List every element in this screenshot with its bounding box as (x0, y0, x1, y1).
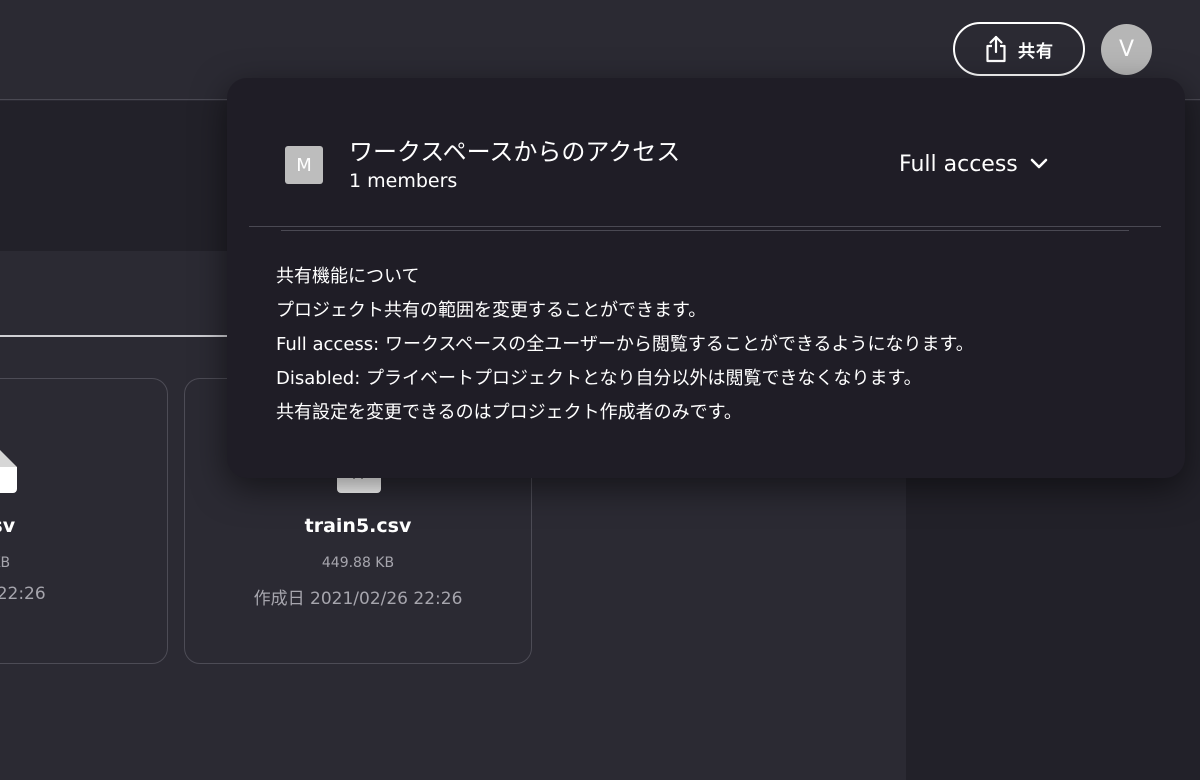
file-name: train5.csv (304, 515, 412, 537)
file-size: 8 KB (0, 555, 11, 571)
app-window: 共有 V .csv 8 KB 02/26 22:26 train5.csv 44… (0, 0, 1200, 780)
access-level-dropdown[interactable]: Full access (899, 146, 1048, 182)
help-heading: 共有機能について (276, 266, 420, 287)
file-created-date: 作成日 2021/02/26 22:26 (253, 589, 463, 609)
file-created-date: 02/26 22:26 (0, 584, 46, 604)
workspace-members-count: 1 members (349, 170, 458, 192)
divider (249, 226, 1161, 227)
share-settings-popover: M ワークスペースからのアクセス 1 members Full access 共… (227, 78, 1185, 478)
file-icon (0, 439, 17, 493)
file-name: .csv (0, 515, 16, 537)
access-level-value: Full access (899, 151, 1018, 177)
help-line-disabled: Disabled: プライベートプロジェクトとなり自分以外は閲覧できなくなります… (276, 368, 922, 389)
chevron-down-icon (1030, 155, 1048, 174)
help-line: プロジェクト共有の範囲を変更することができます。 (276, 300, 707, 321)
help-line: 共有設定を変更できるのはプロジェクト作成者のみです。 (276, 402, 742, 423)
user-avatar[interactable]: V (1101, 24, 1152, 75)
file-size: 449.88 KB (321, 555, 395, 571)
workspace-icon: M (285, 146, 323, 184)
share-label: 共有 (1018, 41, 1054, 62)
active-tab-indicator (0, 335, 232, 337)
file-card[interactable]: .csv 8 KB 02/26 22:26 (0, 378, 168, 664)
share-button[interactable]: 共有 (953, 22, 1085, 76)
sharing-help-text: 共有機能について プロジェクト共有の範囲を変更することができます。 Full a… (276, 260, 1166, 430)
workspace-access-title: ワークスペースからのアクセス (349, 138, 681, 166)
divider (281, 230, 1129, 231)
help-line-full-access: Full access: ワークスペースの全ユーザーから閲覧することができるよう… (276, 334, 974, 355)
share-icon (984, 35, 1008, 63)
